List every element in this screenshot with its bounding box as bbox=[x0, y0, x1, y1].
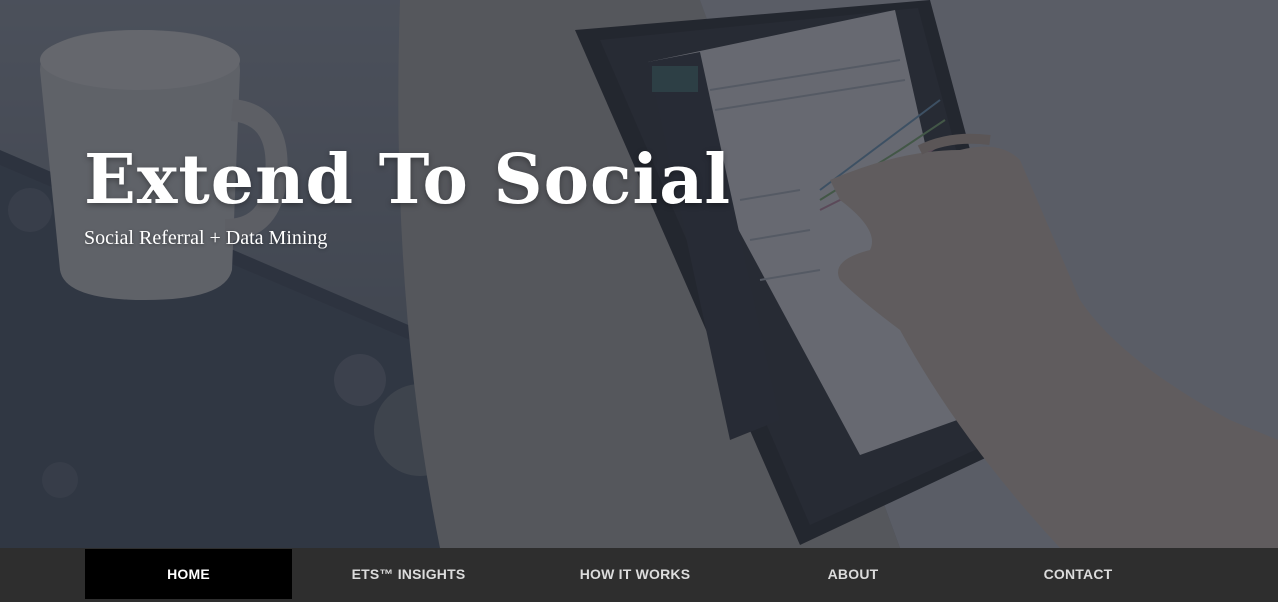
hero-banner: Extend To Social Social Referral + Data … bbox=[0, 0, 1278, 548]
hero-text-block: Extend To Social Social Referral + Data … bbox=[84, 140, 731, 250]
nav-item-how-it-works[interactable]: HOW IT WORKS bbox=[525, 549, 745, 599]
nav-item-contact[interactable]: CONTACT bbox=[961, 549, 1195, 599]
page-title: Extend To Social bbox=[84, 140, 732, 220]
nav-item-about[interactable]: ABOUT bbox=[745, 549, 961, 599]
page: Extend To Social Social Referral + Data … bbox=[0, 0, 1278, 602]
page-subtitle: Social Referral + Data Mining bbox=[84, 227, 328, 249]
nav-item-home[interactable]: HOME bbox=[85, 549, 292, 599]
main-navigation: HOME ETS™ INSIGHTS HOW IT WORKS ABOUT CO… bbox=[0, 548, 1278, 602]
hero-dark-overlay bbox=[0, 0, 1278, 548]
nav-list: HOME ETS™ INSIGHTS HOW IT WORKS ABOUT CO… bbox=[85, 549, 1195, 599]
nav-item-ets-insights[interactable]: ETS™ INSIGHTS bbox=[292, 549, 525, 599]
